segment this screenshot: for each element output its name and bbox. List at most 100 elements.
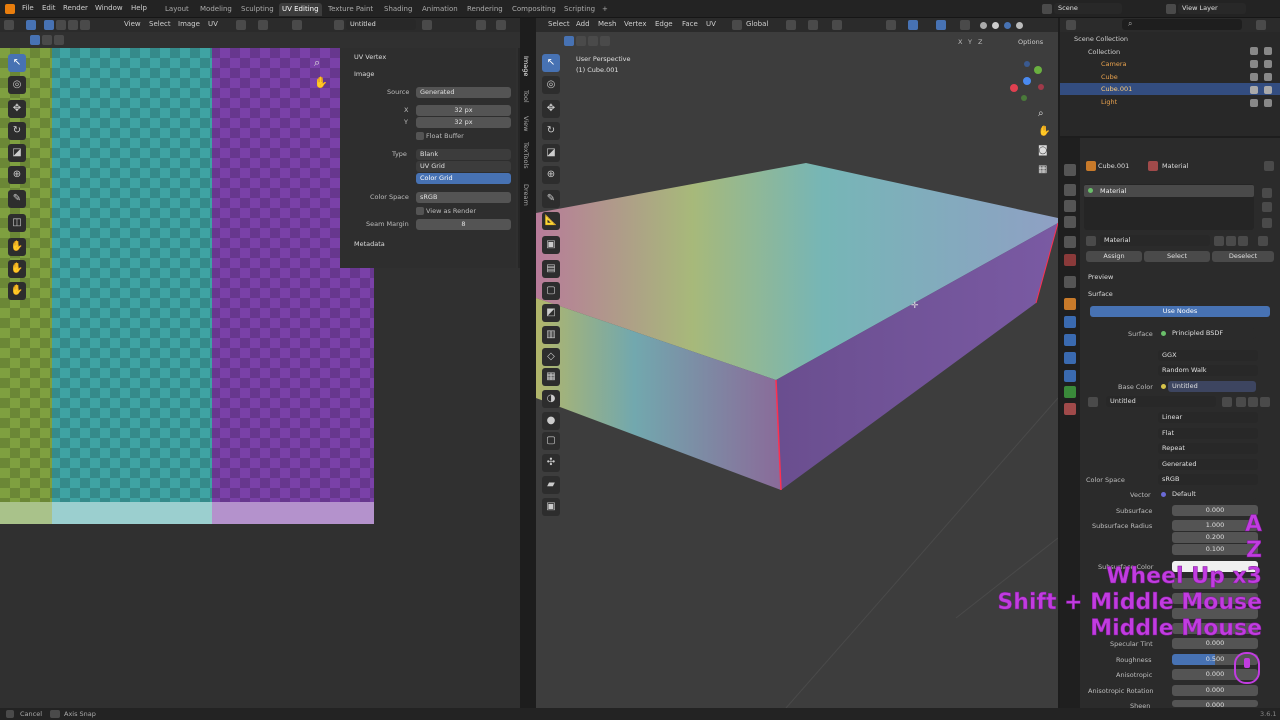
material-filter-icon[interactable] [1258, 236, 1268, 246]
move-tool-icon[interactable]: ✥ [8, 100, 26, 118]
island-select-icon[interactable] [80, 20, 90, 30]
image-texture-name-field[interactable]: Untitled [1106, 396, 1216, 407]
vp-rip-tool-icon[interactable]: ▣ [542, 498, 560, 516]
surface-panel-title[interactable]: Surface [1088, 290, 1113, 298]
anisotropic-rotation-field[interactable]: 0.000 [1172, 685, 1258, 696]
cube-visibility-icon[interactable] [1250, 73, 1258, 81]
projection-dropdown[interactable]: Flat [1158, 428, 1258, 439]
menu-window[interactable]: Window [95, 4, 123, 12]
use-nodes-button[interactable]: Use Nodes [1090, 306, 1270, 317]
menu-file[interactable]: File [22, 4, 34, 12]
material-props-icon[interactable] [1064, 403, 1076, 415]
physics-props-icon[interactable] [1064, 352, 1076, 364]
sidebar-tab-dream[interactable]: Dream [522, 184, 530, 206]
gizmo-y-axis-icon[interactable] [1034, 66, 1042, 74]
gizmo-z-axis-icon[interactable] [1023, 77, 1031, 85]
vp-spin-tool-icon[interactable]: ◑ [542, 390, 560, 408]
add-workspace-button[interactable]: + [599, 3, 611, 16]
width-field[interactable]: 32 px [416, 105, 511, 116]
interpolation-dropdown[interactable]: Linear [1158, 412, 1258, 423]
tab-sculpting[interactable]: Sculpting [238, 3, 277, 16]
extension-dropdown[interactable]: Repeat [1158, 443, 1258, 454]
view-layer-props-icon[interactable] [1064, 216, 1076, 228]
type-color-grid[interactable]: Color Grid [416, 173, 511, 184]
menu-edit[interactable]: Edit [42, 4, 56, 12]
vp-loopcut-tool-icon[interactable]: ▥ [542, 326, 560, 344]
base-color-node-field[interactable]: Untitled [1168, 381, 1256, 392]
slot-specials-icon[interactable] [1262, 218, 1272, 228]
pin-props-icon[interactable] [1264, 161, 1274, 171]
sheen-field[interactable]: 0.000 [1172, 700, 1258, 707]
navigation-gizmo[interactable] [1004, 58, 1050, 104]
sync-selection-icon[interactable] [26, 20, 36, 30]
image-panel-title[interactable]: Image [354, 70, 374, 78]
snap-icon[interactable] [258, 20, 268, 30]
pivot-icon[interactable] [236, 20, 246, 30]
vp-annotate-tool-icon[interactable]: ✎ [542, 190, 560, 208]
metadata-panel-title[interactable]: Metadata [354, 240, 385, 248]
uv-menu-image[interactable]: Image [178, 20, 200, 28]
seam-margin-field[interactable]: 8 [416, 219, 511, 230]
material-name-field[interactable]: Material [1100, 235, 1210, 246]
outliner-scene-collection[interactable]: Scene Collection [1074, 35, 1280, 47]
scale-tool-icon[interactable]: ◪ [8, 144, 26, 162]
editor-type-icon[interactable] [4, 20, 14, 30]
view-layer-field[interactable]: View Layer [1178, 3, 1246, 14]
props-color-space-dropdown[interactable]: sRGB [1158, 474, 1258, 485]
object-props-icon[interactable] [1064, 298, 1076, 310]
collection-visibility-icon[interactable] [1250, 47, 1258, 55]
gizmo-x-axis-icon[interactable] [1010, 84, 1018, 92]
transform-tool-icon[interactable]: ⊕ [8, 166, 26, 184]
particles-props-icon[interactable] [1064, 334, 1076, 346]
vp-rotate-tool-icon[interactable]: ↻ [542, 122, 560, 140]
add-slot-icon[interactable] [1262, 188, 1272, 198]
type-uv-grid[interactable]: UV Grid [416, 161, 511, 172]
vp-bevel-tool-icon[interactable]: ◩ [542, 304, 560, 322]
output-props-icon[interactable] [1064, 200, 1076, 212]
material-fake-user-icon[interactable] [1214, 236, 1224, 246]
surface-shader-field[interactable]: Principled BSDF [1168, 328, 1256, 339]
collection-props-icon[interactable] [1064, 276, 1076, 288]
sidebar-tab-tool[interactable]: Tool [522, 90, 530, 103]
image-new-icon[interactable] [1236, 397, 1246, 407]
image-unlink-icon[interactable] [1260, 397, 1270, 407]
pan-hand-icon[interactable]: ✋ [314, 76, 328, 89]
menu-render[interactable]: Render [63, 4, 88, 12]
annotate-tool-icon[interactable]: ✎ [8, 190, 26, 208]
outliner-search-input[interactable] [1122, 19, 1242, 30]
tab-texture-paint[interactable]: Texture Paint [325, 3, 376, 16]
vp-select-tool-icon[interactable]: ↖ [542, 54, 560, 72]
vp-move-tool-icon[interactable]: ✥ [542, 100, 560, 118]
uv-menu-uv[interactable]: UV [208, 20, 218, 28]
uv-editor[interactable]: View Select Image UV Untitled ↖ ◎ ✥ ↻ ◪ … [0, 18, 520, 708]
uv-menu-view[interactable]: View [124, 20, 141, 28]
subsurface-method-dropdown[interactable]: Random Walk [1158, 365, 1258, 376]
light-visibility-icon[interactable] [1250, 99, 1258, 107]
remove-slot-icon[interactable] [1262, 202, 1272, 212]
vp-add-cube-tool-icon[interactable]: ▣ [542, 236, 560, 254]
gizmo-neg-y-icon[interactable] [1021, 95, 1027, 101]
cube-001-render-icon[interactable] [1264, 86, 1272, 94]
tab-uv-editing[interactable]: UV Editing [279, 3, 322, 16]
vp-edge-slide-tool-icon[interactable]: ▢ [542, 432, 560, 450]
menu-help[interactable]: Help [131, 4, 147, 12]
3d-viewport[interactable]: Select Add Mesh Vertex Edge Face UV Glob… [536, 18, 1058, 708]
image-fake-user-icon[interactable] [422, 20, 432, 30]
face-select-icon[interactable] [68, 20, 78, 30]
tool-props-icon[interactable] [1064, 164, 1076, 176]
constraints-props-icon[interactable] [1064, 370, 1076, 382]
vp-polybuild-tool-icon[interactable]: ▦ [542, 368, 560, 386]
select-button[interactable]: Select [1144, 251, 1210, 262]
vp-shrink-tool-icon[interactable]: ✣ [542, 454, 560, 472]
distribution-dropdown[interactable]: GGX [1158, 350, 1258, 361]
gizmo-neg-x-icon[interactable] [1038, 84, 1044, 90]
pinch-tool-icon[interactable]: ✋ [8, 282, 26, 300]
vp-extrude-tool-icon[interactable]: ▤ [542, 260, 560, 278]
material-browse-icon[interactable] [1086, 236, 1096, 246]
tab-layout[interactable]: Layout [162, 3, 192, 16]
vp-transform-tool-icon[interactable]: ⊕ [542, 166, 560, 184]
scene-field[interactable]: Scene [1054, 3, 1122, 14]
display-channels-icon[interactable] [496, 20, 506, 30]
light-render-icon[interactable] [1264, 99, 1272, 107]
vp-pan-icon[interactable]: ✋ [1038, 126, 1050, 137]
